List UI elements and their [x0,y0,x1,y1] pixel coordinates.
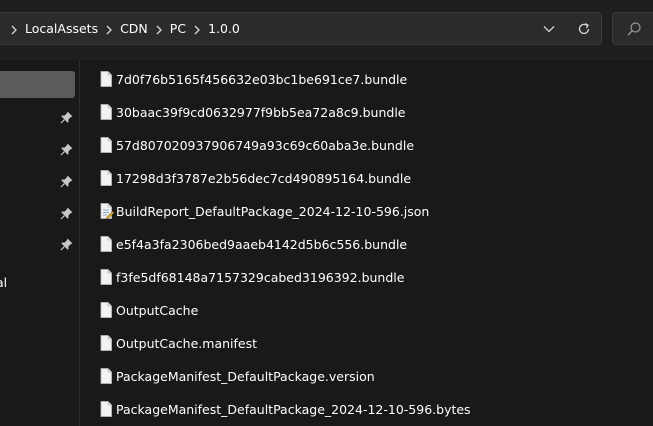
pin-icon[interactable] [60,206,74,220]
file-name: BuildReport_DefaultPackage_2024-12-10-59… [116,203,430,219]
file-item[interactable]: PackageManifest_DefaultPackage.version [98,363,375,389]
file-list: 7d0f76b5165f456632e03bc1be691ce7.bundle … [80,60,653,426]
search-input[interactable] [612,12,653,45]
blank-file-icon [100,368,112,384]
breadcrumb: LocalAssets CDN PC 1.0.0 [3,13,240,44]
chevron-right-icon[interactable] [3,21,25,36]
refresh-icon [578,22,590,34]
refresh-button[interactable] [569,13,599,44]
address-bar[interactable]: LocalAssets CDN PC 1.0.0 [0,12,602,45]
blank-file-icon [100,236,112,252]
blank-file-icon [100,137,112,153]
file-name: OutputCache [116,302,199,318]
pin-icon[interactable] [60,110,74,124]
file-name: f3fe5df68148a7157329cabed3196392.bundle [116,269,405,285]
blank-file-icon [100,71,112,87]
file-name: 57d807020937906749a93c69c60aba3e.bundle [116,137,415,153]
json-file-icon [100,203,114,220]
blank-file-icon [100,170,112,186]
file-item[interactable]: OutputCache.manifest [98,330,257,356]
file-item[interactable]: 30baac39f9cd0632977f9bb5ea72a8c9.bundle [98,99,406,125]
file-item[interactable]: PackageManifest_DefaultPackage_2024-12-1… [98,396,471,422]
navigation-pane: al [0,60,79,426]
breadcrumb-pc[interactable]: PC [170,21,186,36]
file-explorer-window: LocalAssets CDN PC 1.0.0 l 7d0f76b5165f4… [0,0,653,426]
file-item[interactable]: BuildReport_DefaultPackage_2024-12-10-59… [98,198,429,224]
file-name: e5f4a3fa2306bed9aaeb4142d5b6c556.bundle [116,236,408,252]
pin-icon[interactable] [60,174,74,188]
file-name: 7d0f76b5165f456632e03bc1be691ce7.bundle [116,71,408,87]
nav-item-label[interactable]: al [0,275,7,290]
file-name: 30baac39f9cd0632977f9bb5ea72a8c9.bundle [116,104,406,120]
file-item[interactable]: 17298d3f3787e2b56dec7cd490895164.bundle [98,165,411,191]
breadcrumb-localassets[interactable]: LocalAssets [25,21,98,36]
file-name: PackageManifest_DefaultPackage_2024-12-1… [116,401,471,417]
blank-file-icon [100,335,112,351]
blank-file-icon [100,269,112,285]
blank-file-icon [100,104,112,120]
pin-icon[interactable] [60,237,74,251]
pin-icon[interactable] [60,142,74,156]
file-item[interactable]: 7d0f76b5165f456632e03bc1be691ce7.bundle [98,66,407,92]
address-history-button[interactable] [534,13,564,44]
nav-item-selected[interactable] [0,71,75,98]
chevron-right-icon[interactable] [98,21,120,36]
chevron-right-icon[interactable] [186,21,208,36]
breadcrumb-cdn[interactable]: CDN [120,21,148,36]
search-icon [627,22,641,36]
chevron-right-icon[interactable] [148,21,170,36]
file-item[interactable]: 57d807020937906749a93c69c60aba3e.bundle [98,132,414,158]
breadcrumb-version[interactable]: 1.0.0 [208,21,240,36]
toolbar: LocalAssets CDN PC 1.0.0 [0,0,653,60]
file-name: 17298d3f3787e2b56dec7cd490895164.bundle [116,170,412,186]
file-name: PackageManifest_DefaultPackage.version [116,368,375,384]
file-item[interactable]: f3fe5df68148a7157329cabed3196392.bundle [98,264,404,290]
file-item[interactable]: e5f4a3fa2306bed9aaeb4142d5b6c556.bundle [98,231,407,257]
chevron-down-icon [543,25,555,32]
blank-file-icon [100,302,112,318]
blank-file-icon [100,401,112,417]
file-item[interactable]: OutputCache [98,297,198,323]
file-name: OutputCache.manifest [116,335,258,351]
